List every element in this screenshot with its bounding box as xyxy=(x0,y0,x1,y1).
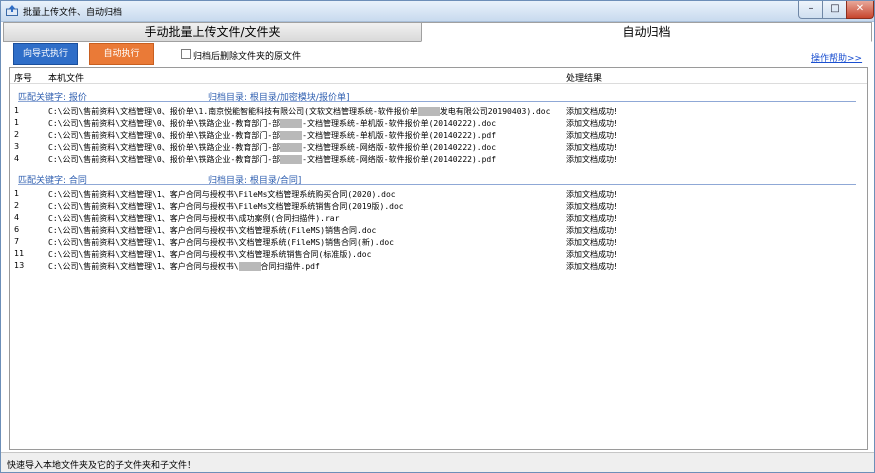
toolbar: 向导式执行 自动执行 归档后删除文件夹的原文件 操作帮助>> xyxy=(3,42,872,68)
redaction-block xyxy=(280,143,303,152)
redaction-block xyxy=(280,119,303,128)
row-result: 添加文档成功! xyxy=(566,262,618,271)
list-row[interactable]: 2 C:\公司\售前资料\文档管理\1、客户合同与授权书\FileMs文档管理系统… xyxy=(10,201,867,212)
row-result: 添加文档成功! xyxy=(566,155,618,164)
group-header: 匹配关键字: 报价 归档目录: 根目录/加密模块/报价单] xyxy=(10,87,867,103)
row-file-path-start: C:\公司\售前资料\文档管理\1、客户合同与授权书\文档管理系统(FileMS… xyxy=(48,226,377,235)
row-result: 添加文档成功! xyxy=(566,119,618,128)
row-file-path: C:\公司\售前资料\文档管理\1、客户合同与授权书\文档管理系统(FileMS… xyxy=(48,225,376,236)
list-row[interactable]: 13 C:\公司\售前资料\文档管理\1、客户合同与授权书\ 合同扫描件.pdf 添加… xyxy=(10,261,867,272)
list-row[interactable]: 6 C:\公司\售前资料\文档管理\1、客户合同与授权书\文档管理系统(FileM… xyxy=(10,225,867,236)
row-file-path-end: -文档管理系统-网络版-软件报价单(20140222).pdf xyxy=(302,155,497,164)
group-divider xyxy=(18,184,856,185)
row-seq: 11 xyxy=(14,249,25,258)
column-header-file[interactable]: 本机文件 xyxy=(48,71,84,84)
minimize-button[interactable]: – xyxy=(798,1,824,19)
row-seq: 1 xyxy=(14,189,20,198)
redaction-block xyxy=(280,131,303,140)
redaction-block xyxy=(417,107,440,116)
row-file-path-start: C:\公司\售前资料\文档管理\0、报价单\铁路企业-教育部门-部 xyxy=(48,119,281,128)
row-file-path: C:\公司\售前资料\文档管理\0、报价单\铁路企业-教育部门-部 -文档管理系统… xyxy=(48,130,496,141)
row-file-path-start: C:\公司\售前资料\文档管理\0、报价单\铁路企业-教育部门-部 xyxy=(48,155,281,164)
row-file-path: C:\公司\售前资料\文档管理\0、报价单\铁路企业-教育部门-部 -文档管理系统… xyxy=(48,118,496,129)
row-result: 添加文档成功! xyxy=(566,238,618,247)
tab-strip: 手动批量上传文件/文件夹 自动归档 xyxy=(3,22,872,42)
result-list[interactable]: 序号 本机文件 处理结果 匹配关键字: 报价 归档目录: 根目录/加密模块/报价单… xyxy=(9,67,868,450)
row-file-path-start: C:\公司\售前资料\文档管理\1、客户合同与授权书\FileMs文档管理系统销… xyxy=(48,202,404,211)
auto-execute-button[interactable]: 自动执行 xyxy=(89,43,154,65)
tab-auto-archive[interactable]: 自动归档 xyxy=(421,22,872,42)
app-window: 批量上传文件、自动归档 – □ ✕ 手动批量上传文件/文件夹 自动归档 向导式执… xyxy=(0,0,875,473)
row-file-path: C:\公司\售前资料\文档管理\1、客户合同与授权书\ 合同扫描件.pdf xyxy=(48,261,320,272)
row-file-path-start: C:\公司\售前资料\文档管理\1、客户合同与授权书\文档管理系统销售合同(标准… xyxy=(48,250,372,259)
row-file-path-start: C:\公司\售前资料\文档管理\1、客户合同与授权书\FileMs文档管理系统购… xyxy=(48,190,396,199)
row-file-path: C:\公司\售前资料\文档管理\0、报价单\铁路企业-教育部门-部 -文档管理系统… xyxy=(48,154,496,165)
row-file-path-start: C:\公司\售前资料\文档管理\1、客户合同与授权书\成功案例(合同扫描件).r… xyxy=(48,214,340,223)
list-row[interactable]: 1 C:\公司\售前资料\文档管理\0、报价单\1.南京悦能智能科技有限公司(文软… xyxy=(10,106,867,117)
row-file-path: C:\公司\售前资料\文档管理\1、客户合同与授权书\文档管理系统(FileMS… xyxy=(48,237,394,248)
wizard-execute-button[interactable]: 向导式执行 xyxy=(13,43,78,65)
list-header: 序号 本机文件 处理结果 xyxy=(10,68,867,84)
list-row[interactable]: 4 C:\公司\售前资料\文档管理\1、客户合同与授权书\成功案例(合同扫描件).… xyxy=(10,213,867,224)
status-bar: 快速导入本地文件夹及它的子文件夹和子文件！ xyxy=(1,452,874,472)
row-seq: 2 xyxy=(14,130,20,139)
list-row[interactable]: 1 C:\公司\售前资料\文档管理\1、客户合同与授权书\FileMs文档管理系统… xyxy=(10,189,867,200)
list-row[interactable]: 1 C:\公司\售前资料\文档管理\0、报价单\铁路企业-教育部门-部 -文档管理系… xyxy=(10,118,867,129)
column-header-seq[interactable]: 序号 xyxy=(14,71,32,84)
row-file-path: C:\公司\售前资料\文档管理\1、客户合同与授权书\FileMs文档管理系统购… xyxy=(48,189,396,200)
row-file-path-start: C:\公司\售前资料\文档管理\1、客户合同与授权书\文档管理系统(FileMS… xyxy=(48,238,394,247)
row-seq: 3 xyxy=(14,142,20,151)
row-file-path-start: C:\公司\售前资料\文档管理\0、报价单\铁路企业-教育部门-部 xyxy=(48,143,281,152)
row-result: 添加文档成功! xyxy=(566,202,618,211)
row-file-path-start: C:\公司\售前资料\文档管理\0、报价单\铁路企业-教育部门-部 xyxy=(48,131,281,140)
tab-manual-upload[interactable]: 手动批量上传文件/文件夹 xyxy=(3,22,422,42)
group-header: 匹配关键字: 合同 归档目录: 根目录/合同] xyxy=(10,170,867,186)
title-bar[interactable]: 批量上传文件、自动归档 – □ ✕ xyxy=(1,1,874,22)
row-seq: 1 xyxy=(14,106,20,115)
list-row[interactable]: 2 C:\公司\售前资料\文档管理\0、报价单\铁路企业-教育部门-部 -文档管理系… xyxy=(10,130,867,141)
row-file-path: C:\公司\售前资料\文档管理\1、客户合同与授权书\成功案例(合同扫描件).r… xyxy=(48,213,339,224)
help-link[interactable]: 操作帮助>> xyxy=(811,51,862,64)
column-header-result[interactable]: 处理结果 xyxy=(566,71,602,84)
window-title: 批量上传文件、自动归档 xyxy=(23,8,123,18)
redaction-block xyxy=(238,262,261,271)
list-row[interactable]: 11 C:\公司\售前资料\文档管理\1、客户合同与授权书\文档管理系统销售合同(… xyxy=(10,249,867,260)
row-seq: 7 xyxy=(14,237,20,246)
maximize-button[interactable]: □ xyxy=(822,1,848,19)
row-seq: 1 xyxy=(14,118,20,127)
delete-after-archive-checkbox[interactable] xyxy=(181,49,191,59)
delete-after-archive-label[interactable]: 归档后删除文件夹的原文件 xyxy=(193,49,301,62)
row-file-path: C:\公司\售前资料\文档管理\0、报价单\1.南京悦能智能科技有限公司(文软文… xyxy=(48,106,550,117)
row-file-path: C:\公司\售前资料\文档管理\1、客户合同与授权书\文档管理系统销售合同(标准… xyxy=(48,249,371,260)
row-seq: 6 xyxy=(14,225,20,234)
redaction-block xyxy=(280,155,303,164)
row-seq: 13 xyxy=(14,261,25,270)
row-result: 添加文档成功! xyxy=(566,131,618,140)
list-row[interactable]: 4 C:\公司\售前资料\文档管理\0、报价单\铁路企业-教育部门-部 -文档管理系… xyxy=(10,154,867,165)
row-result: 添加文档成功! xyxy=(566,143,618,152)
row-result: 添加文档成功! xyxy=(566,226,618,235)
row-result: 添加文档成功! xyxy=(566,190,618,199)
row-file-path-end: 发电有限公司20190403).doc xyxy=(439,107,551,116)
status-text: 快速导入本地文件夹及它的子文件夹和子文件！ xyxy=(7,461,197,471)
row-seq: 4 xyxy=(14,213,20,222)
row-result: 添加文档成功! xyxy=(566,107,618,116)
row-file-path: C:\公司\售前资料\文档管理\1、客户合同与授权书\FileMs文档管理系统销… xyxy=(48,201,404,212)
row-file-path: C:\公司\售前资料\文档管理\0、报价单\铁路企业-教育部门-部 -文档管理系统… xyxy=(48,142,496,153)
row-file-path-start: C:\公司\售前资料\文档管理\0、报价单\1.南京悦能智能科技有限公司(文软文… xyxy=(48,107,418,116)
row-file-path-end: -文档管理系统-单机版-软件报价单(20140222).doc xyxy=(302,119,497,128)
group-divider xyxy=(18,101,856,102)
upload-app-icon xyxy=(6,5,18,16)
row-file-path-end: -文档管理系统-单机版-软件报价单(20140222).pdf xyxy=(302,131,497,140)
list-row[interactable]: 7 C:\公司\售前资料\文档管理\1、客户合同与授权书\文档管理系统(FileM… xyxy=(10,237,867,248)
list-row[interactable]: 3 C:\公司\售前资料\文档管理\0、报价单\铁路企业-教育部门-部 -文档管理系… xyxy=(10,142,867,153)
row-result: 添加文档成功! xyxy=(566,250,618,259)
row-file-path-end: -文档管理系统-网络版-软件报价单(20140222).doc xyxy=(302,143,497,152)
row-result: 添加文档成功! xyxy=(566,214,618,223)
row-seq: 4 xyxy=(14,154,20,163)
row-file-path-start: C:\公司\售前资料\文档管理\1、客户合同与授权书\ xyxy=(48,262,239,271)
row-file-path-end: 合同扫描件.pdf xyxy=(260,262,320,271)
row-seq: 2 xyxy=(14,201,20,210)
close-button[interactable]: ✕ xyxy=(846,1,874,19)
